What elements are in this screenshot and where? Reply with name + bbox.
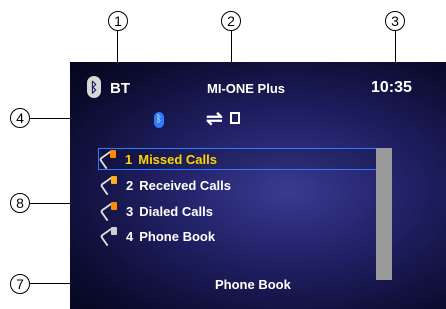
missed-calls-icon <box>99 149 119 169</box>
car-display-screen: ᛒ BT MI-ONE Plus 10:35 ᛒ ⇌ 1 Missed Call… <box>70 62 446 309</box>
menu-item-dialed-calls[interactable]: 3 Dialed Calls <box>100 200 370 222</box>
menu-item-number: 4 <box>126 228 134 244</box>
menu-item-phone-book[interactable]: 4 Phone Book <box>100 225 370 247</box>
scrollbar[interactable] <box>376 148 392 280</box>
received-calls-icon <box>100 175 120 195</box>
bluetooth-status-icon: ᛒ <box>154 112 164 128</box>
callout-2: 2 <box>221 11 241 31</box>
callout-7: 7 <box>10 274 30 294</box>
phone-icon <box>230 112 240 124</box>
footer-label: Phone Book <box>215 277 291 292</box>
menu-item-label: Dialed Calls <box>139 203 213 219</box>
menu-item-missed-calls[interactable]: 1 Missed Calls <box>98 148 377 170</box>
menu-item-number: 1 <box>125 151 133 167</box>
menu-item-received-calls[interactable]: 2 Received Calls <box>100 174 370 196</box>
device-name: MI-ONE Plus <box>207 81 286 96</box>
phone-book-icon <box>100 226 120 246</box>
callout-4: 4 <box>10 108 30 128</box>
menu-item-number: 3 <box>126 203 134 219</box>
clock: 10:35 <box>371 79 412 96</box>
callout-8: 8 <box>10 193 30 213</box>
menu-item-label: Phone Book <box>139 228 216 244</box>
bluetooth-icon: ᛒ <box>87 76 101 98</box>
menu-item-label: Received Calls <box>139 177 232 193</box>
menu-item-label: Missed Calls <box>138 151 217 167</box>
callout-3: 3 <box>385 11 405 31</box>
callout-1: 1 <box>108 11 128 31</box>
dialed-calls-icon <box>100 201 120 221</box>
menu-item-number: 2 <box>126 177 134 193</box>
connection-label: BT <box>110 80 130 97</box>
sync-arrows-icon: ⇌ <box>206 108 223 130</box>
